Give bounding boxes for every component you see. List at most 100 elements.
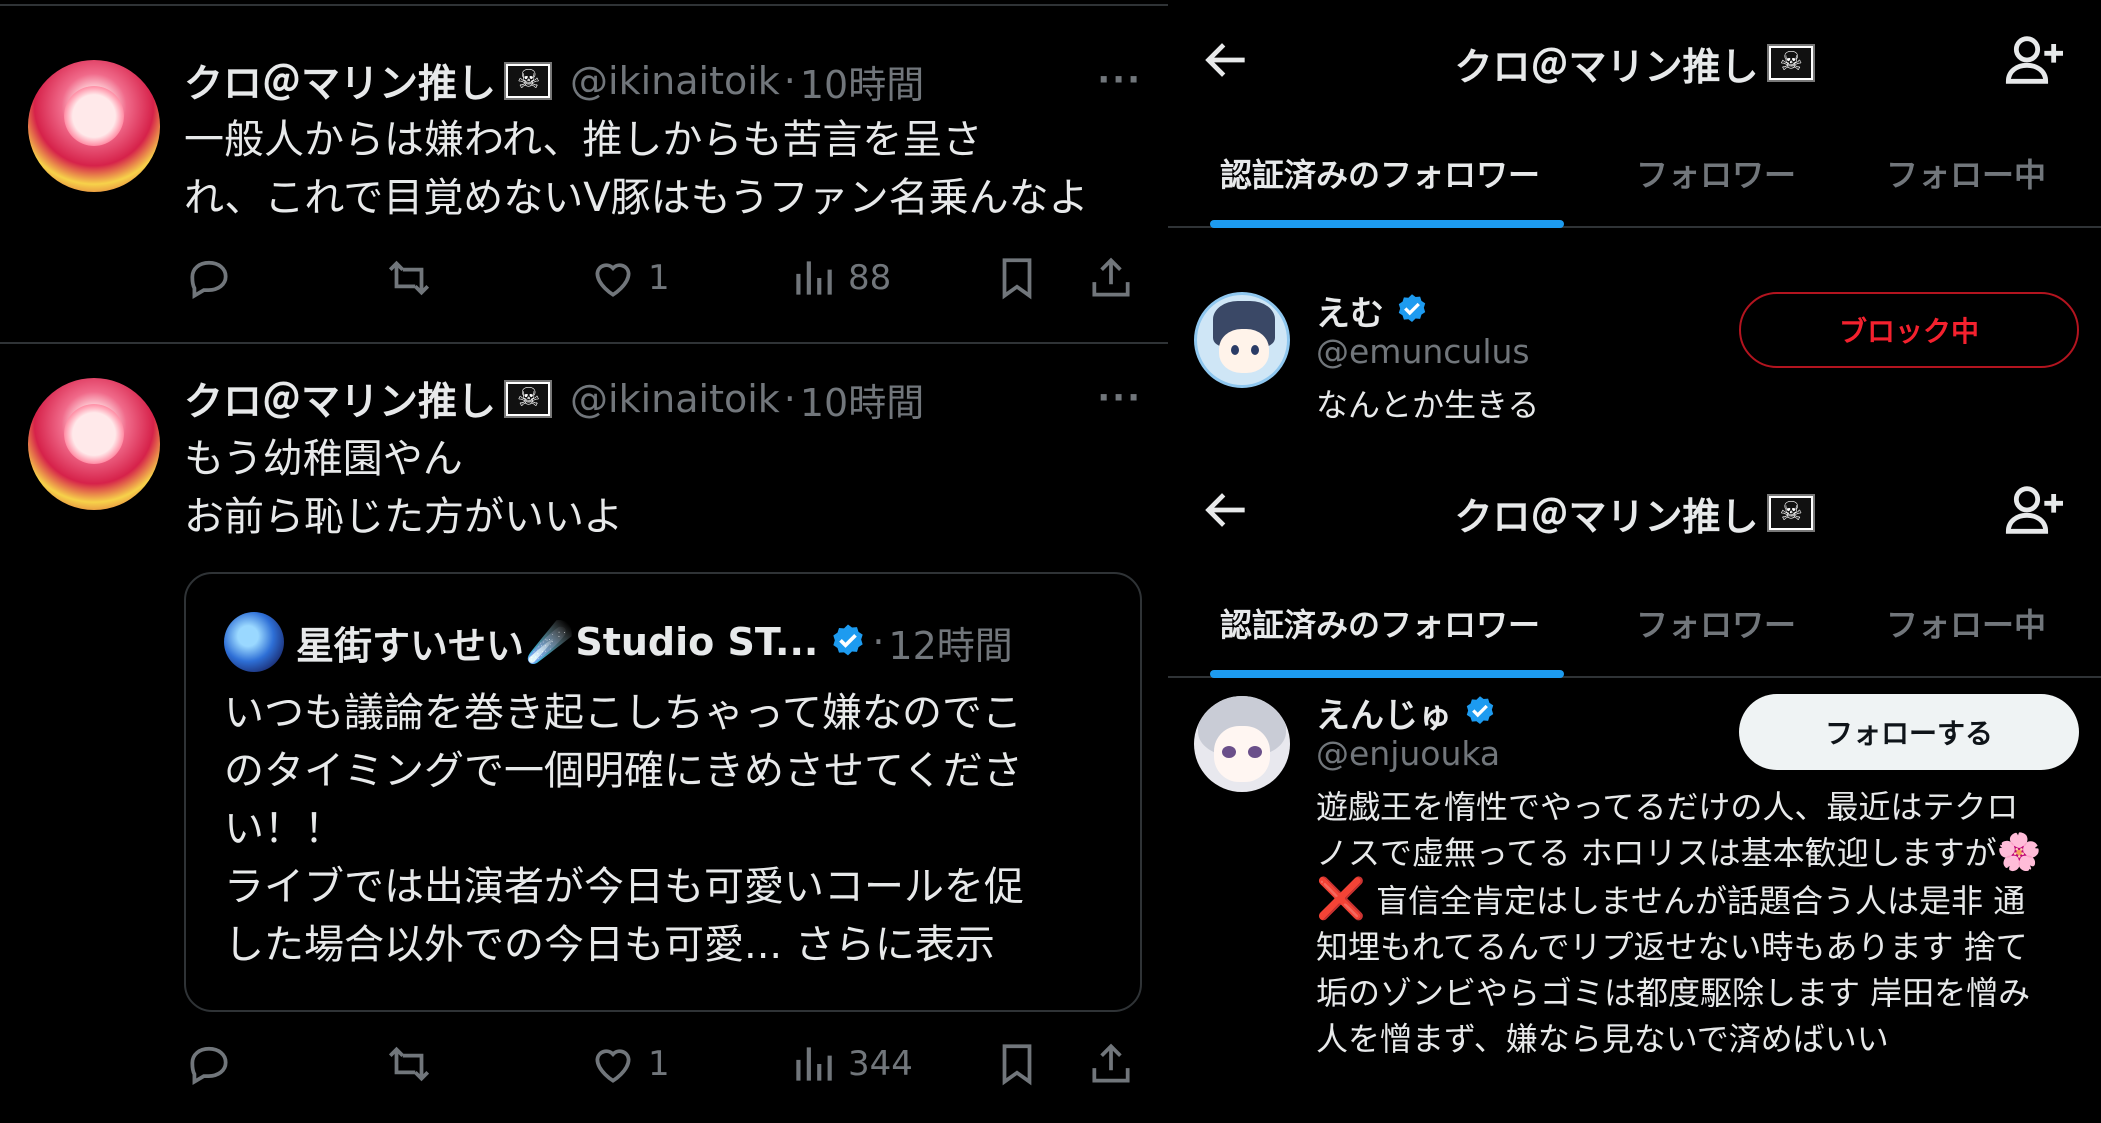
panel-header: クロ＠マリン推し [1168,450,2101,570]
reply-button[interactable] [184,248,234,308]
view-count: 344 [848,1044,913,1084]
user-handle: @enjuouka [1316,734,1501,773]
tab-bar: 認証済みのフォロワー フォロワー フォロー中 [1168,570,2101,678]
views-icon [796,1047,832,1081]
tab-followers[interactable]: フォロワー [1636,150,1796,196]
active-tab-indicator [1210,670,1564,678]
user-handle: @emunculus [1316,332,1530,371]
cherry-blossom-emoji: 🌸 [1996,832,2042,873]
more-options-button[interactable]: ··· [1097,378,1142,418]
page-title: クロ＠マリン推し [1168,488,2101,539]
retweet-button[interactable] [384,1034,434,1094]
active-tab-indicator [1210,220,1564,228]
add-user-icon[interactable] [2003,478,2067,542]
tweet-text: もう幼稚園やん お前ら恥じた方がいいよ [184,436,624,540]
profile-name: クロ＠マリン推し [1454,494,1759,539]
pirate-flag-icon [504,380,553,418]
handle[interactable]: @ikinaitoik [570,59,780,103]
avatar[interactable] [1194,292,1290,388]
user-bio-part: 盲信全肯定はしませんが話題合う人は是非 通 知埋もれてるんでリプ返せない時もあり… [1316,882,2031,1058]
retweet-button[interactable] [384,248,434,308]
comet-emoji: ☄️ [526,619,574,664]
cross-mark-icon: ❌ [1316,876,1366,922]
tweet[interactable]: クロ＠マリン推し @ikinaitoik · 10時間 ··· 一般人からは嫌わ… [0,0,1168,344]
reply-icon [190,260,228,300]
verified-badge-icon [833,624,863,656]
quoted-tweet-text: いつも議論を巻き起こしちゃって嫌なのでこ のタイミングで一個明確にきめさせてくだ… [224,684,1104,974]
tab-following[interactable]: フォロー中 [1886,600,2046,646]
more-options-button[interactable]: ··· [1097,60,1142,100]
tweet-text: 一般人からは嫌われ、推しからも苦言を呈さ れ、これで目覚めないV豚はもうファン名… [184,117,1089,221]
add-user-icon[interactable] [2003,28,2067,92]
reply-button[interactable] [184,1034,234,1094]
panel-header: クロ＠マリン推し [1168,0,2101,120]
quoted-tweet[interactable]: 星街すいせい ☄️ Studio ST... · 12時間 いつも議論を巻き起こ… [184,572,1142,1012]
like-count: 1 [648,1044,670,1084]
user-bio: 遊戯王を惰性でやってるだけの人、最近はテクロ ノスで虚無ってる ホロリスは基本歓… [1316,784,2086,1062]
tweet-actions: 1 344 [184,1034,1144,1094]
retweet-icon [388,1046,430,1082]
avatar[interactable] [28,60,160,192]
tweet-actions: 1 88 [184,248,1144,308]
separator-dot: · [872,620,885,664]
pirate-flag-icon [1766,494,1815,532]
views-button[interactable]: 88 [788,248,891,308]
follow-button[interactable]: フォローする [1739,694,2079,770]
user-display-name[interactable]: えむ [1316,286,1384,335]
separator-dot: · [783,377,796,421]
pirate-flag-icon [504,62,553,100]
user-display-name[interactable]: えんじゅ [1316,688,1452,737]
like-icon [595,1049,631,1083]
separator-dot: · [783,59,796,103]
quoted-tweet-header: 星街すいせい ☄️ Studio ST... · 12時間 [296,612,1013,672]
tab-bar: 認証済みのフォロワー フォロワー フォロー中 [1168,120,2101,228]
bookmark-icon [1002,1044,1032,1086]
tweet-header: クロ＠マリン推し @ikinaitoik · 10時間 [184,53,924,109]
like-icon [595,263,631,297]
show-more-link[interactable]: さらに表示 [795,922,995,968]
views-icon [796,261,832,295]
user-row[interactable]: えむ @emunculus なんとか生きる ブロック中 [1168,228,2101,478]
bookmark-button[interactable] [992,1034,1042,1094]
profile-name: クロ＠マリン推し [1454,44,1759,89]
tab-following[interactable]: フォロー中 [1886,150,2046,196]
tab-verified-followers[interactable]: 認証済みのフォロワー [1220,150,1540,196]
blocked-button[interactable]: ブロック中 [1739,292,2079,368]
quoted-display-name: 星街すいせい [296,623,525,668]
timestamp[interactable]: 10時間 [800,54,924,109]
tab-verified-followers[interactable]: 認証済みのフォロワー [1220,600,1540,646]
display-name[interactable]: クロ＠マリン推し [184,53,496,109]
tweet-header: クロ＠マリン推し @ikinaitoik · 10時間 [184,371,924,427]
followers-panel: クロ＠マリン推し 認証済みのフォロワー フォロワー フォロー中 えんじゅ @en… [1168,478,2101,1123]
quoted-display-name-suffix: Studio ST... [575,620,819,664]
share-icon [1092,257,1130,297]
verified-badge-icon [1398,294,1426,322]
like-button[interactable]: 1 [588,248,670,308]
user-bio: なんとか生きる [1316,386,1540,424]
user-name-row: えんじゅ [1316,688,1498,736]
handle[interactable]: @ikinaitoik [570,377,780,421]
view-count: 88 [848,258,892,298]
timestamp: 12時間 [888,623,1013,668]
timestamp[interactable]: 10時間 [800,372,924,427]
share-button[interactable] [1086,1034,1136,1094]
tweet[interactable]: クロ＠マリン推し @ikinaitoik · 10時間 ··· もう幼稚園やん … [0,344,1168,1123]
user-row[interactable]: えんじゅ @enjuouka 遊戯王を惰性でやってるだけの人、最近はテクロ ノス… [1168,678,2101,1123]
bookmark-icon [1002,258,1032,300]
avatar[interactable] [28,378,160,510]
retweet-icon [388,260,430,296]
bookmark-button[interactable] [992,248,1042,308]
user-bio-part: 遊戯王を惰性でやってるだけの人、最近はテクロ ノスで虚無ってる ホロリスは基本歓… [1316,788,2019,872]
share-button[interactable] [1086,248,1136,308]
display-name[interactable]: クロ＠マリン推し [184,371,496,427]
verified-badge-icon [1466,696,1494,724]
like-button[interactable]: 1 [588,1034,670,1094]
avatar [224,612,284,672]
like-count: 1 [648,258,670,298]
user-name-row: えむ [1316,286,1430,334]
followers-panel: クロ＠マリン推し 認証済みのフォロワー フォロワー フォロー中 えむ @emun… [1168,0,2101,478]
tab-followers[interactable]: フォロワー [1636,600,1796,646]
page-title: クロ＠マリン推し [1168,38,2101,89]
avatar[interactable] [1194,696,1290,792]
views-button[interactable]: 344 [788,1034,913,1094]
